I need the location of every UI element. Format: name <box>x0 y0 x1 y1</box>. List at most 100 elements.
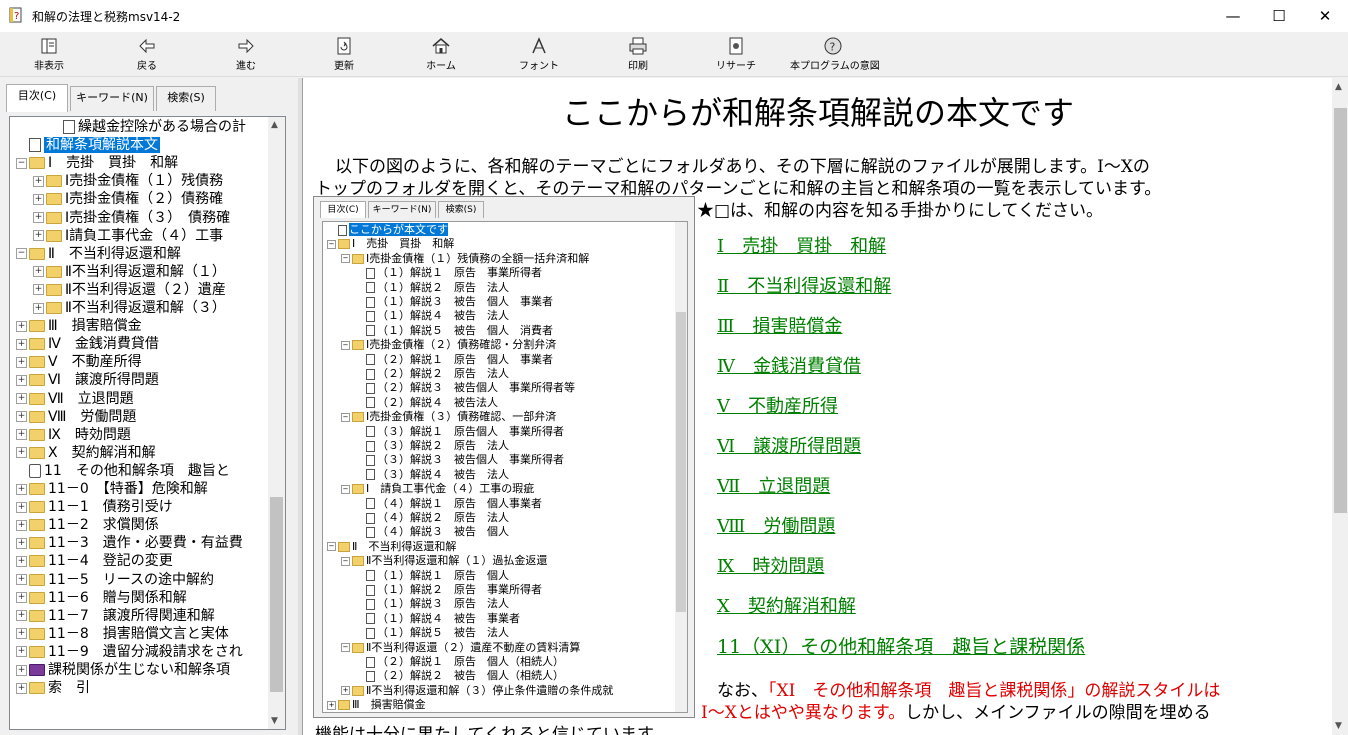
font-button[interactable]: フォント <box>496 34 582 74</box>
theme-link[interactable]: Ⅶ 立退問題 <box>717 472 830 498</box>
tab-search[interactable]: 検索(S) <box>156 86 216 111</box>
expand-icon[interactable]: + <box>33 302 44 314</box>
expand-icon[interactable]: + <box>16 429 27 441</box>
expand-icon[interactable]: + <box>16 320 27 332</box>
theme-link[interactable]: Ⅴ 不動産所得 <box>717 392 838 418</box>
tree-item[interactable]: + Ⅰ売掛金債権（１）残債務 <box>33 172 223 190</box>
theme-link[interactable]: Ⅰ 売掛 買掛 和解 <box>717 232 886 258</box>
home-button[interactable]: ホーム <box>398 34 484 74</box>
tree-item[interactable]: + Ⅱ不当利得返還和解（１） <box>33 263 226 281</box>
expand-icon[interactable]: + <box>16 537 27 549</box>
tree-item[interactable]: +11－4 登記の変更 <box>16 552 173 570</box>
expand-icon[interactable]: + <box>16 519 27 531</box>
theme-link[interactable]: Ⅱ 不当利得返還和解 <box>717 272 891 298</box>
expand-icon[interactable]: + <box>16 682 27 694</box>
expand-icon[interactable]: + <box>16 483 27 495</box>
tree-item[interactable]: + Ⅶ 立退問題 <box>16 390 134 408</box>
tree-item[interactable]: + 課税関係が生じない和解条項 <box>16 661 230 679</box>
theme-link[interactable]: Ⅹ 契約解消和解 <box>717 592 856 618</box>
expand-icon[interactable]: + <box>16 374 27 386</box>
content-scroll-up-icon[interactable]: ▲ <box>1335 82 1342 92</box>
tree-item[interactable]: + 索 引 <box>16 679 90 697</box>
navigation-pane: 目次(C) キーワード(N) 検索(S) 繰越金控除がある場合の計 和解条項解説本… <box>0 78 298 735</box>
expand-icon[interactable]: + <box>16 646 27 658</box>
maximize-button[interactable]: ☐ <box>1256 0 1302 32</box>
refresh-button[interactable]: 更新 <box>301 34 387 74</box>
tree-item[interactable]: +11－8 損害賠償文言と実体 <box>16 625 229 643</box>
expand-icon[interactable]: + <box>33 284 44 296</box>
expand-icon[interactable]: + <box>16 555 27 567</box>
tree-scroll-thumb[interactable] <box>270 497 283 692</box>
forward-button[interactable]: 進む <box>203 34 289 74</box>
document-icon <box>366 282 375 294</box>
tree-item[interactable]: +11－9 遺留分減殺請求をされ <box>16 643 243 661</box>
tree-item[interactable]: +11－0 【特番】危険和解 <box>16 480 208 498</box>
tree-item[interactable]: + Ⅹ 契約解消和解 <box>16 444 156 462</box>
tab-keyword[interactable]: キーワード(N) <box>70 86 154 111</box>
expand-icon[interactable]: + <box>16 393 27 404</box>
tree-item[interactable]: + Ⅰ請負工事代金（４）工事 <box>33 227 223 245</box>
scroll-down-icon[interactable]: ▼ <box>271 716 278 726</box>
expand-icon[interactable]: + <box>16 447 27 459</box>
tree-item[interactable]: + Ⅲ 損害賠償金 <box>16 317 142 335</box>
theme-link[interactable]: Ⅳ 金銭消費貸借 <box>717 352 861 378</box>
expand-icon[interactable]: + <box>16 664 27 676</box>
back-button[interactable]: 戻る <box>104 34 190 74</box>
collapse-icon[interactable]: − <box>16 157 27 169</box>
expand-icon[interactable]: + <box>16 338 27 350</box>
theme-link[interactable]: Ⅵ 譲渡所得問題 <box>717 432 861 458</box>
content-scroll-thumb[interactable] <box>1334 108 1347 513</box>
tree-item[interactable]: + Ⅸ 時効問題 <box>16 426 131 444</box>
tree-item[interactable]: +11－3 遺作・必要費・有益費 <box>16 534 243 552</box>
tree-item[interactable]: + Ⅵ 譲渡所得問題 <box>16 371 159 389</box>
content-scrollbar[interactable]: ▲ ▼ <box>1332 78 1348 735</box>
tree-item[interactable]: − Ⅰ 売掛 買掛 和解 <box>16 154 178 172</box>
expand-icon[interactable]: + <box>16 501 27 513</box>
tree-item[interactable]: + Ⅰ売掛金債権（３） 債務確 <box>33 209 230 227</box>
tree-item[interactable]: +11－2 求償関係 <box>16 516 159 534</box>
tab-contents[interactable]: 目次(C) <box>6 84 68 112</box>
expand-icon[interactable]: + <box>33 175 44 187</box>
content-scroll-down-icon[interactable]: ▼ <box>1335 721 1342 731</box>
tree-item[interactable]: + Ⅳ 金銭消費貸借 <box>16 335 159 353</box>
expand-icon[interactable]: + <box>16 574 27 585</box>
expand-icon[interactable]: + <box>16 356 27 368</box>
theme-link[interactable]: 11（XI）その他和解条項 趣旨と課税関係 <box>717 632 1085 659</box>
theme-link[interactable]: Ⅷ 労働問題 <box>717 512 835 538</box>
tree-item[interactable]: 11 その他和解条項 趣旨と <box>16 462 230 480</box>
close-button[interactable]: ✕ <box>1302 0 1348 32</box>
expand-icon[interactable]: + <box>16 592 27 604</box>
tree-item[interactable]: + Ⅷ 労働問題 <box>16 408 136 426</box>
scroll-up-icon[interactable]: ▲ <box>271 120 278 130</box>
expand-icon[interactable]: + <box>33 266 44 278</box>
tree-item[interactable]: + Ⅱ不当利得返還（２）遺産 <box>33 281 226 299</box>
collapse-icon[interactable]: − <box>16 248 27 260</box>
book-icon <box>29 463 41 478</box>
expand-icon[interactable]: + <box>33 230 44 242</box>
expand-icon[interactable]: + <box>33 212 44 223</box>
expand-icon[interactable]: + <box>16 411 27 423</box>
tree-item[interactable]: − Ⅱ 不当利得返還和解 <box>16 245 181 263</box>
expand-icon[interactable]: + <box>16 628 27 640</box>
hide-button[interactable]: 非表示 <box>6 34 92 74</box>
print-button[interactable]: 印刷 <box>595 34 681 74</box>
tree-scrollbar[interactable]: ▲ ▼ <box>268 117 285 729</box>
folder-icon <box>29 428 45 441</box>
tree-item[interactable]: 繰越金控除がある場合の計 <box>50 118 246 136</box>
tree-item[interactable]: + Ⅱ不当利得返還和解（３） <box>33 299 226 317</box>
theme-link[interactable]: Ⅲ 損害賠償金 <box>717 312 842 338</box>
theme-link[interactable]: Ⅸ 時効問題 <box>717 552 824 578</box>
tree-item[interactable]: + Ⅴ 不動産所得 <box>16 353 142 371</box>
document-icon <box>366 397 375 409</box>
minimize-button[interactable]: — <box>1210 0 1256 32</box>
expand-icon[interactable]: + <box>16 610 27 622</box>
research-button[interactable]: リサーチ <box>693 34 779 74</box>
purpose-button[interactable]: ? 本プログラムの意図 <box>790 34 880 74</box>
tree-item[interactable]: +11－5 リースの途中解約 <box>16 571 214 589</box>
expand-icon[interactable]: + <box>33 193 44 205</box>
tree-item[interactable]: + Ⅰ売掛金債権（２）債務確 <box>33 190 223 208</box>
tree-item[interactable]: +11－1 債務引受け <box>16 498 173 516</box>
tree-item[interactable]: 和解条項解説本文 <box>16 136 160 154</box>
tree-item[interactable]: +11－7 譲渡所得関連和解 <box>16 607 215 625</box>
tree-item[interactable]: +11－6 贈与関係和解 <box>16 589 187 607</box>
